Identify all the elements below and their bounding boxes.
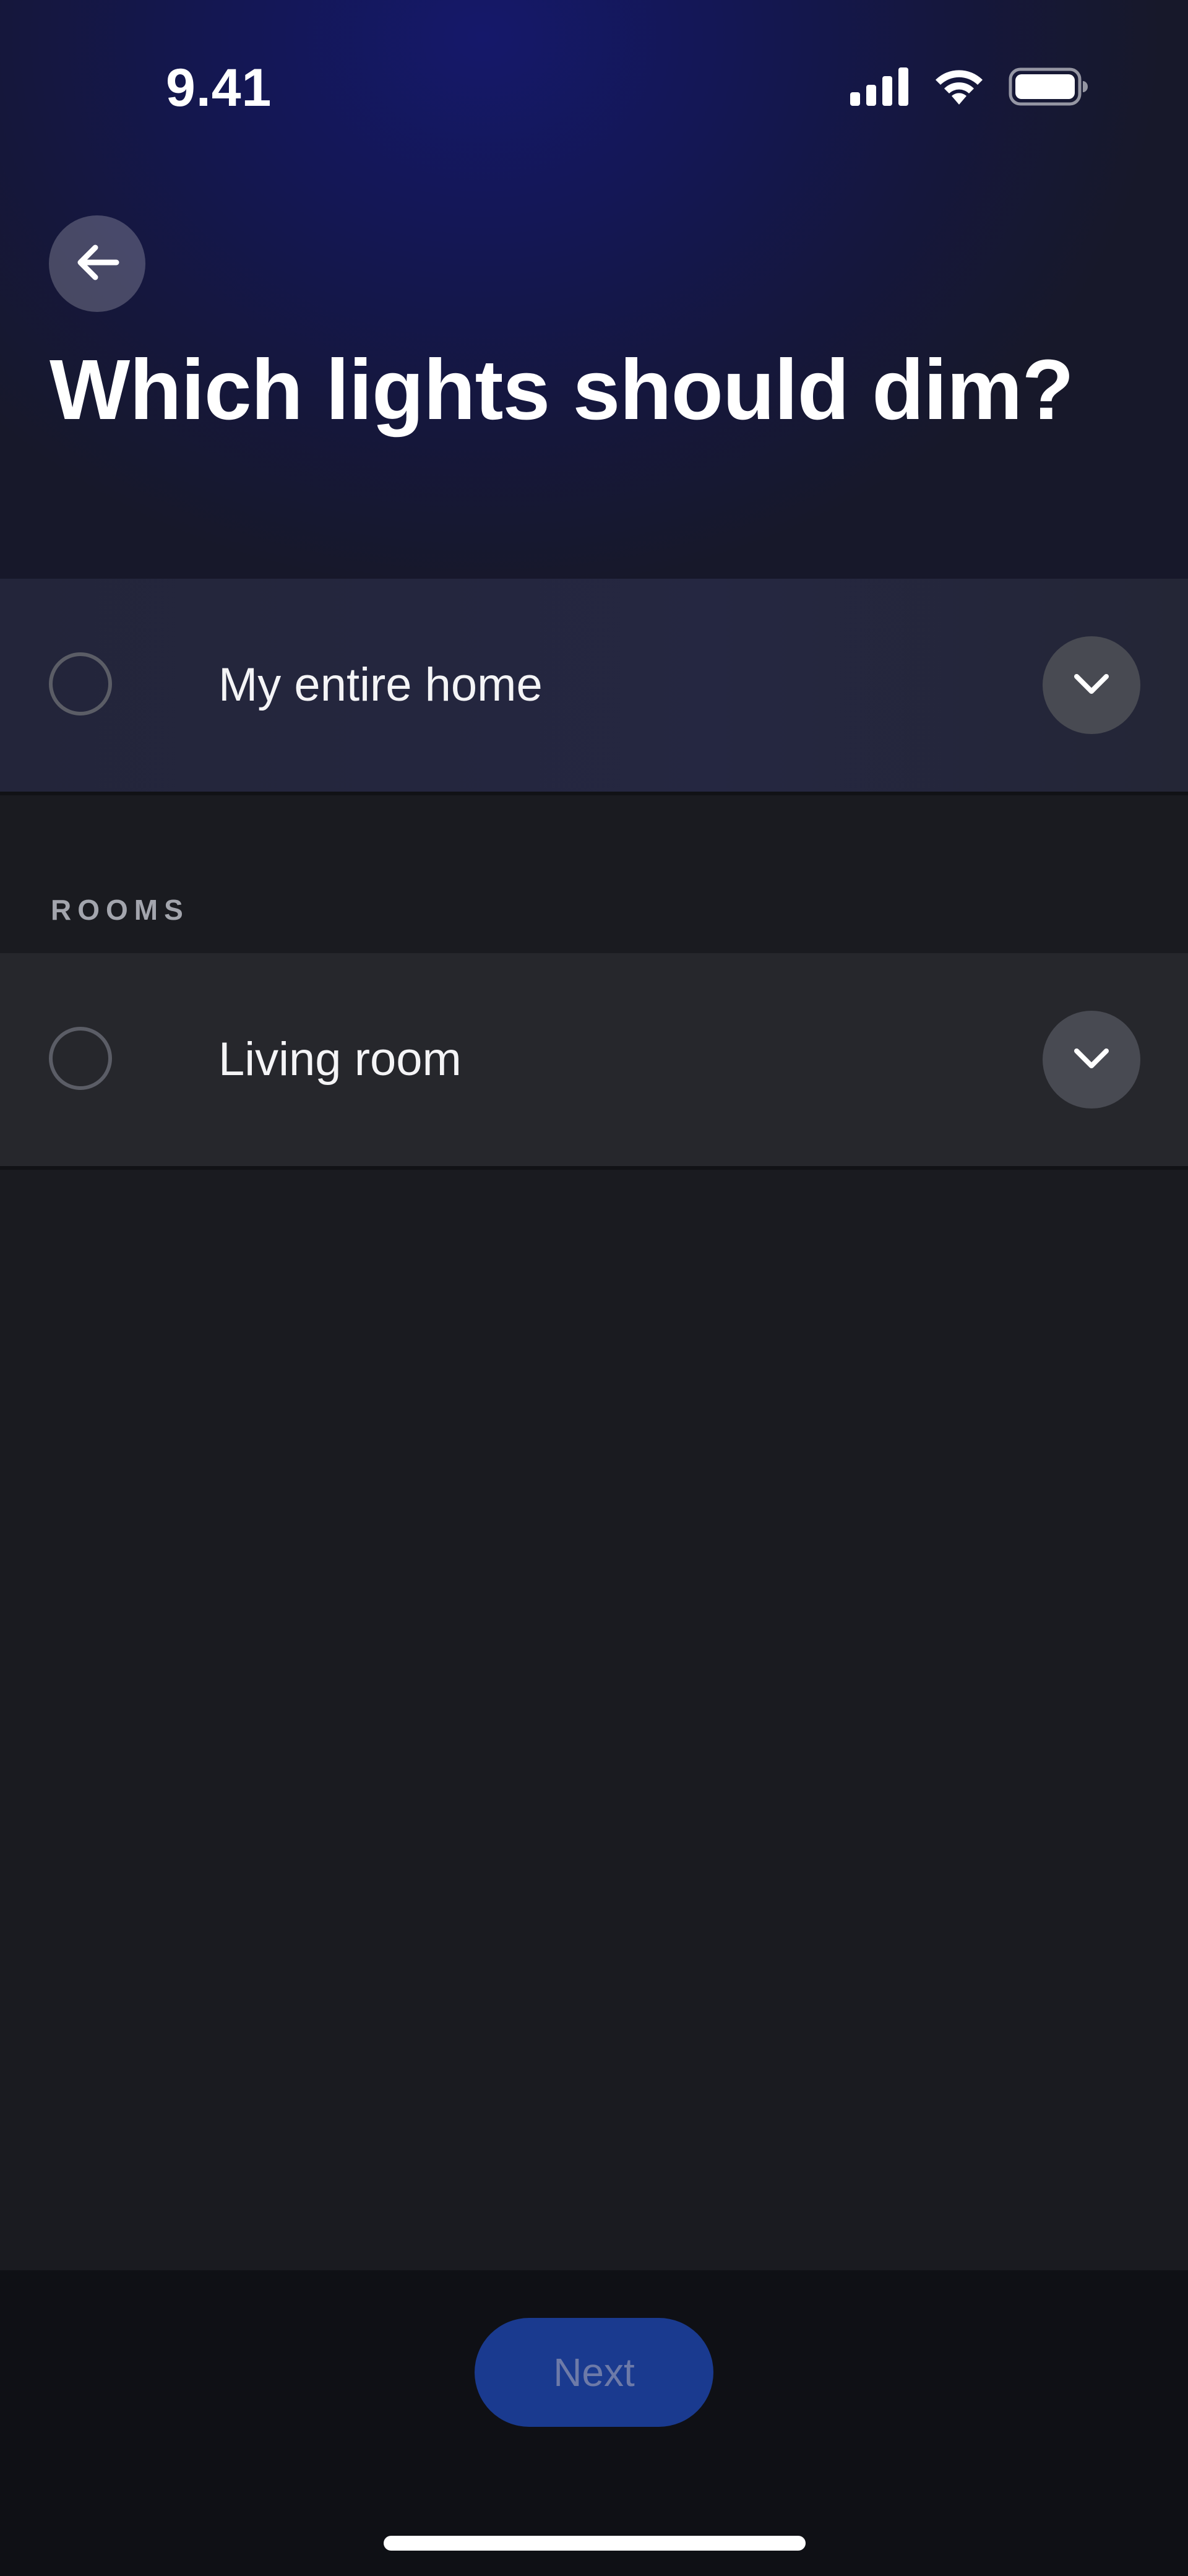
living-room-label: Living room [218,1033,462,1086]
header: 9.41 Which lights should dim? [0,0,1188,579]
status-bar: 9.41 [0,0,1188,176]
cellular-signal-icon [850,67,910,109]
living-room-expand-button[interactable] [1043,1011,1140,1109]
back-button[interactable] [49,215,145,312]
entire-home-expand-button[interactable] [1043,636,1140,734]
option-living-room[interactable]: Living room [0,953,1188,1170]
option-entire-home[interactable]: My entire home [0,579,1188,795]
chevron-down-icon [1073,1047,1110,1073]
status-time: 9.41 [166,58,272,118]
entire-home-label: My entire home [218,659,543,711]
home-indicator[interactable] [384,2536,806,2551]
chevron-down-icon [1073,673,1110,698]
wifi-icon [933,67,985,109]
footer: Next [0,2270,1188,2576]
next-button[interactable]: Next [475,2318,713,2427]
battery-icon [1009,67,1088,109]
entire-home-radio[interactable] [49,652,112,715]
page-title: Which lights should dim? [50,342,1074,438]
arrow-left-icon [74,243,120,285]
rooms-section-label: ROOMS [51,894,189,926]
status-icons [850,66,1088,110]
living-room-radio[interactable] [49,1027,112,1090]
